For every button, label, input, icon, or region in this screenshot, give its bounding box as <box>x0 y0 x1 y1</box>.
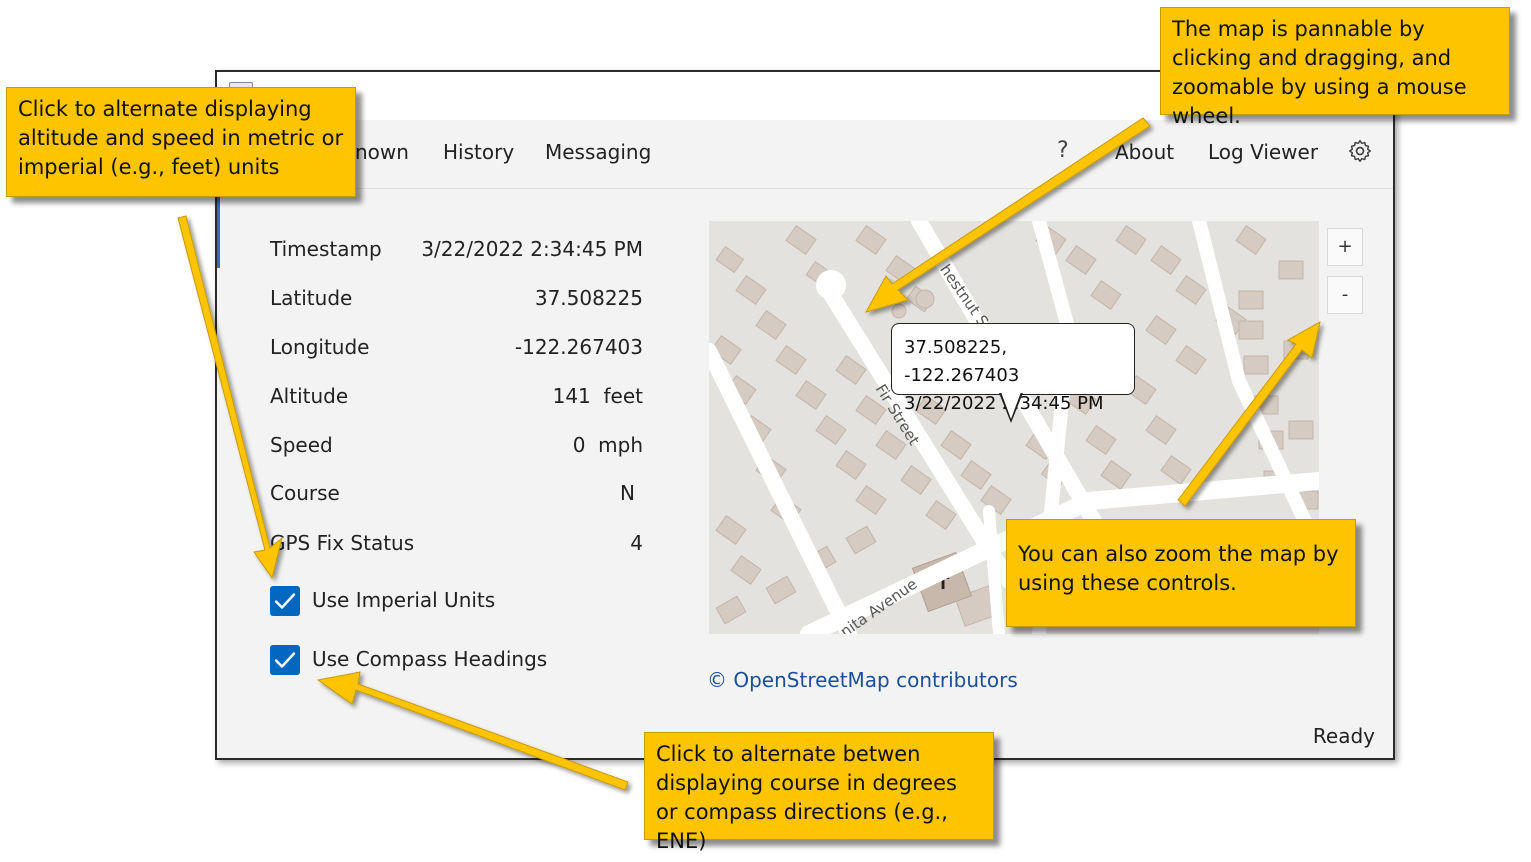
callout-units: Click to alternate displaying altitude a… <box>6 87 356 197</box>
callout-zoom: You can also zoom the map by using these… <box>1006 519 1356 627</box>
arrow-to-compass-checkbox <box>316 671 629 791</box>
callout-course: Click to alternate betwen displaying cou… <box>644 732 994 853</box>
arrow-to-zoom-controls <box>1177 321 1321 507</box>
callout-pan: The map is pannable by clicking and drag… <box>1160 7 1510 128</box>
arrow-to-map <box>864 117 1151 313</box>
arrow-to-imperial-checkbox <box>177 215 283 580</box>
